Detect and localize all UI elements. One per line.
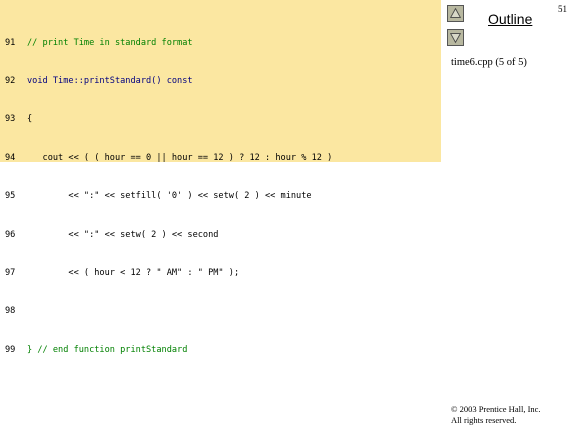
line-number: 96 bbox=[5, 229, 16, 240]
outline-title[interactable]: Outline bbox=[488, 11, 532, 27]
code-text: << ":" << setw( 2 ) << second bbox=[27, 229, 219, 240]
line-number: 91 bbox=[5, 37, 16, 48]
code-text: // print Time in standard format bbox=[27, 37, 193, 48]
line-number: 98 bbox=[5, 306, 16, 317]
copyright-notice: © 2003 Prentice Hall, Inc. All rights re… bbox=[451, 404, 541, 426]
line-number: 94 bbox=[5, 152, 16, 163]
code-text: void Time::printStandard() const bbox=[27, 75, 193, 86]
triangle-down-icon bbox=[449, 33, 462, 44]
code-line: 96 << ":" << setw( 2 ) << second bbox=[5, 229, 332, 242]
code-line: 94 cout << ( ( hour == 0 || hour == 12 )… bbox=[5, 152, 332, 165]
code-text: cout << ( ( hour == 0 || hour == 12 ) ? … bbox=[27, 152, 333, 163]
line-number: 93 bbox=[5, 114, 16, 125]
page-number: 51 bbox=[558, 4, 567, 14]
code-line: 97 << ( hour < 12 ? " AM" : " PM" ); bbox=[5, 267, 332, 280]
line-number: 99 bbox=[5, 344, 16, 355]
triangle-up-icon bbox=[449, 7, 462, 18]
code-panel: 91 // print Time in standard format 92 voi… bbox=[0, 0, 441, 355]
code-listing: 91 // print Time in standard format 92 voi… bbox=[5, 11, 332, 382]
code-line: 91 // print Time in standard format bbox=[5, 37, 332, 50]
code-text: << ( hour < 12 ? " AM" : " PM" ); bbox=[27, 267, 240, 278]
code-text: { bbox=[27, 114, 33, 125]
code-line: 95 << ":" << setfill( '0' ) << setw( 2 )… bbox=[5, 190, 332, 203]
line-number: 95 bbox=[5, 191, 16, 202]
copyright-line: All rights reserved. bbox=[451, 415, 517, 425]
code-line: 99 } // end function printStandard bbox=[5, 344, 332, 357]
code-line: 92 void Time::printStandard() const bbox=[5, 75, 332, 88]
line-number: 97 bbox=[5, 267, 16, 278]
code-line: 93 { bbox=[5, 113, 332, 126]
code-text: } // end function printStandard bbox=[27, 344, 188, 355]
previous-slide-button[interactable] bbox=[447, 5, 464, 22]
file-label: time6.cpp (5 of 5) bbox=[451, 57, 527, 68]
copyright-line: © 2003 Prentice Hall, Inc. bbox=[451, 404, 541, 414]
code-line: 98 bbox=[5, 305, 332, 318]
next-slide-button[interactable] bbox=[447, 29, 464, 46]
line-number: 92 bbox=[5, 75, 16, 86]
code-text: << ":" << setfill( '0' ) << setw( 2 ) <<… bbox=[27, 191, 312, 202]
